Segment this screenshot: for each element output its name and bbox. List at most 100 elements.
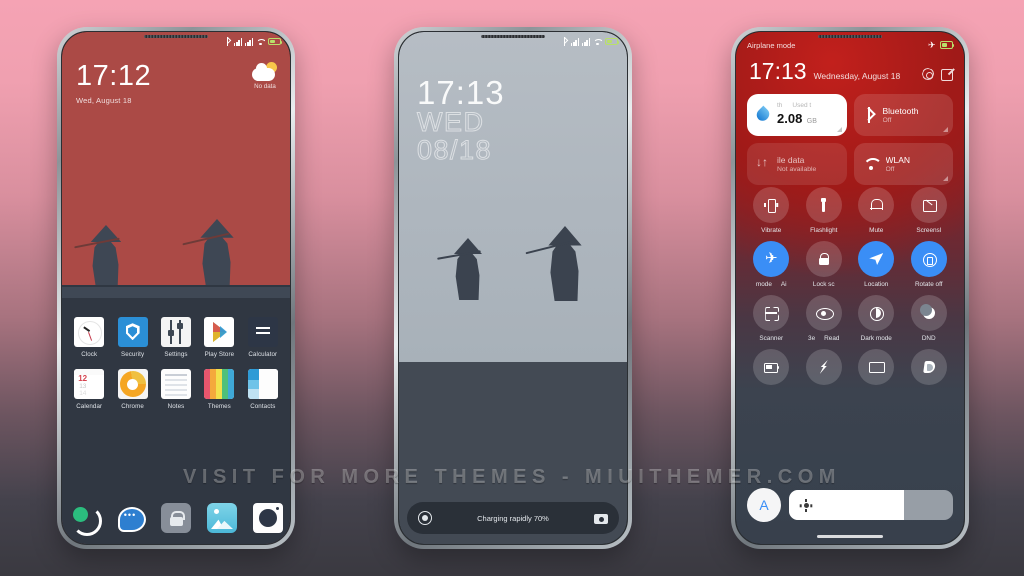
app-label: Security — [121, 351, 145, 359]
toggle-cast[interactable] — [850, 349, 903, 389]
app-chrome[interactable]: Chrome — [112, 369, 152, 410]
camera-icon[interactable] — [253, 503, 283, 533]
toggle-label: mode — [755, 281, 772, 288]
expand-corner-icon[interactable] — [943, 176, 948, 181]
dock — [69, 503, 283, 533]
brightness-row: A — [747, 488, 953, 522]
big-tiles-grid: th Used t 2.08 GB Bluetooth Off ↓ ↑ ile … — [747, 94, 953, 185]
airplane-mode-label: Airplane mode — [747, 40, 796, 50]
toggle-label: Rotate off — [914, 281, 943, 288]
phone3-screen[interactable]: Airplane mode ✈ 17:13 Wednesday, August … — [736, 32, 964, 544]
toggle-airplane-mode[interactable]: ✈ mode Ai — [745, 241, 798, 288]
app-label: Play Store — [204, 351, 235, 359]
app-label: Calculator — [248, 351, 278, 359]
phone-home-screen: 17:12 Wed, August 18 No data Clock Secur… — [57, 27, 295, 549]
tile-mobile-data[interactable]: ile data Not available — [747, 143, 847, 185]
toggle-quick-action[interactable] — [798, 349, 851, 389]
toggle-location[interactable]: Location — [850, 241, 903, 288]
app-themes[interactable]: Themes — [199, 369, 239, 410]
toggle-screenshot[interactable]: Screensl — [903, 187, 956, 234]
airplane-icon: ✈ — [764, 250, 778, 267]
app-grid: Clock Security Settings Play Store Calcu… — [69, 317, 283, 410]
flashlight-icon[interactable] — [418, 511, 432, 525]
toggle-label-secondary: Ai — [780, 281, 787, 288]
clock-widget[interactable]: 17:12 Wed, August 18 — [76, 62, 151, 106]
tile-bluetooth[interactable]: Bluetooth Off — [853, 94, 953, 136]
calendar-icon: 12 13 14 — [74, 369, 105, 400]
expand-corner-icon[interactable] — [836, 127, 842, 132]
app-drawer-panel: Clock Security Settings Play Store Calcu… — [62, 298, 290, 544]
toggles-grid: Vibrate Flashlight Mute Screensl ✈ mode … — [745, 187, 955, 389]
weather-label: No data — [254, 83, 276, 90]
app-calendar[interactable]: 12 13 14 Calendar — [69, 369, 109, 410]
tile-wlan[interactable]: WLAN Off — [853, 143, 953, 185]
phone1-screen[interactable]: 17:12 Wed, August 18 No data Clock Secur… — [62, 32, 290, 544]
home-indicator[interactable] — [817, 535, 883, 538]
app-clock[interactable]: Clock — [69, 317, 109, 358]
toggle-lock-screen[interactable]: Lock sc — [798, 241, 851, 288]
partly-cloudy-icon — [252, 62, 278, 81]
toggle-battery-saver[interactable] — [745, 349, 798, 389]
toggle-vibrate[interactable]: Vibrate — [745, 187, 798, 234]
tile-title: Bluetooth — [882, 106, 919, 116]
toggle-rotate[interactable]: Rotate off — [903, 241, 956, 288]
toggle-reading-mode[interactable]: 3e Read — [798, 295, 851, 342]
chrome-icon — [117, 369, 148, 400]
message-icon[interactable] — [115, 503, 146, 533]
toggle-dark-mode[interactable]: Dark mode — [850, 295, 903, 342]
toggle-scanner[interactable]: Scanner — [745, 295, 798, 342]
scanner-icon — [763, 305, 779, 321]
toggle-label: Dark mode — [860, 335, 892, 342]
contrast-circle-icon — [868, 305, 885, 321]
play-store-icon — [204, 317, 235, 348]
app-settings[interactable]: Settings — [156, 317, 196, 358]
control-center-header: 17:13 Wednesday, August 18 — [749, 60, 953, 83]
calendar-day: 12 — [78, 374, 88, 384]
brightness-slider[interactable] — [789, 490, 953, 520]
app-play-store[interactable]: Play Store — [199, 317, 239, 358]
phone2-screen[interactable]: 17:13 WED 08/18 Charging rapidly 70% — [399, 32, 627, 544]
clock-date: Wed, August 18 — [76, 96, 132, 105]
tile-data-unit: GB — [806, 118, 817, 125]
charging-status: Charging rapidly 70% — [477, 513, 549, 523]
toggle-dnd[interactable]: DND — [903, 295, 956, 342]
app-calculator[interactable]: Calculator — [243, 317, 283, 358]
toggle-label: Location — [864, 281, 889, 288]
toggle-reading-contrast[interactable] — [903, 349, 956, 389]
lock-bottom-bar: Charging rapidly 70% — [407, 502, 619, 534]
wifi-icon — [256, 38, 265, 46]
app-contacts[interactable]: Contacts — [243, 369, 283, 410]
gallery-icon[interactable] — [207, 503, 237, 533]
tile-data-usage[interactable]: th Used t 2.08 GB — [747, 94, 847, 136]
earpiece-speaker — [818, 35, 882, 38]
weather-widget[interactable]: No data — [252, 62, 278, 90]
app-notes[interactable]: Notes — [156, 369, 196, 410]
lock-weekday: WED — [417, 107, 485, 138]
app-label: Settings — [164, 351, 188, 359]
toggle-mute[interactable]: Mute — [850, 187, 903, 234]
wifi-icon — [593, 38, 602, 46]
phone-icon[interactable] — [69, 503, 99, 533]
bell-icon — [868, 197, 884, 213]
app-security[interactable]: Security — [112, 317, 152, 358]
vibrate-icon — [763, 197, 779, 213]
gear-icon[interactable] — [922, 68, 934, 80]
bluetooth-icon — [225, 37, 231, 46]
data-transfer-icon — [756, 155, 770, 171]
toggle-label: 3e — [808, 335, 816, 342]
edit-icon[interactable] — [941, 68, 953, 81]
lock-clock-widget[interactable]: 17:13 WED 08/18 — [417, 76, 505, 166]
battery-icon — [605, 37, 620, 46]
app-label: Calendar — [76, 403, 103, 411]
phone-control-center: Airplane mode ✈ 17:13 Wednesday, August … — [731, 27, 969, 549]
expand-corner-icon[interactable] — [943, 127, 948, 132]
toggle-label: DND — [921, 335, 936, 342]
toggle-flashlight[interactable]: Flashlight — [798, 187, 851, 234]
app-label: Chrome — [121, 403, 144, 411]
lock-icon[interactable] — [161, 503, 191, 533]
camera-icon[interactable] — [594, 511, 608, 525]
clock-icon — [74, 317, 105, 348]
rotate-icon — [921, 251, 937, 267]
auto-brightness-button[interactable]: A — [747, 488, 781, 522]
lock-date: 08/18 — [417, 135, 493, 166]
